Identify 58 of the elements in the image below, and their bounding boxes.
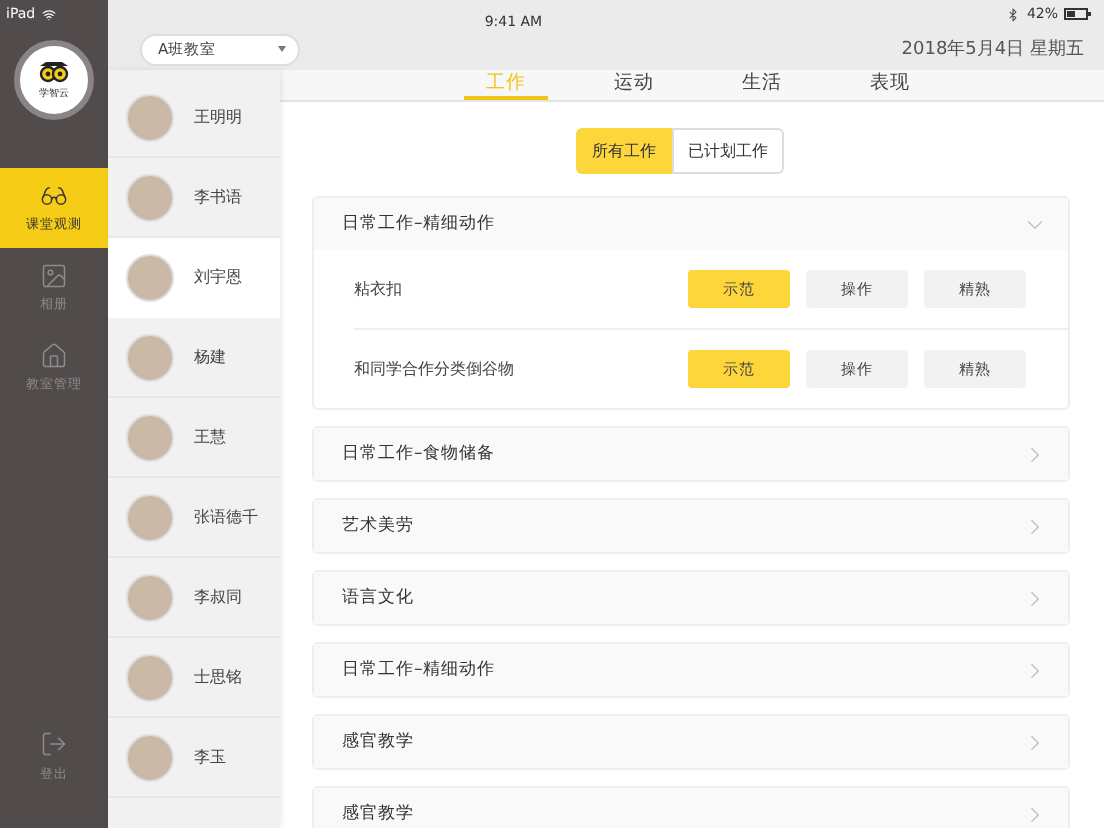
avatar-placeholder (126, 413, 174, 461)
student-name: 刘宇恩 (194, 266, 242, 288)
student-item[interactable]: 王慧 (108, 398, 280, 478)
section-header[interactable]: 日常工作–食物储备 (314, 428, 1068, 480)
filter-tab[interactable]: 已计划工作 (672, 128, 784, 174)
section-header[interactable]: 感官教学 (314, 716, 1068, 768)
student-item[interactable]: 王明明 (108, 78, 280, 158)
student-name: 李玉 (194, 746, 226, 768)
student-item[interactable]: 士思铭 (108, 638, 280, 718)
student-name: 杨建 (194, 346, 226, 368)
student-item[interactable]: 杨建 (108, 318, 280, 398)
section-title: 感官教学 (342, 730, 414, 754)
filter-tab[interactable]: 所有工作 (576, 128, 672, 174)
tab[interactable]: 运动 (592, 70, 676, 100)
image-icon (40, 262, 68, 290)
section-header[interactable]: 感官教学 (314, 788, 1068, 828)
section-header[interactable]: 日常工作–精细动作 (314, 198, 1068, 250)
tab[interactable]: 生活 (720, 70, 804, 100)
avatar-placeholder (126, 573, 174, 621)
date-text: 2018年5月4日 星期五 (901, 37, 1084, 62)
student-item[interactable]: 李玉 (108, 718, 280, 798)
bluetooth-icon (1006, 7, 1021, 21)
section-header[interactable]: 艺术美劳 (314, 500, 1068, 552)
battery-icon (1064, 8, 1092, 20)
avatar-placeholder (126, 333, 174, 381)
avatar-placeholder (126, 173, 174, 221)
avatar-placeholder (126, 733, 174, 781)
student-name: 王明明 (194, 106, 242, 128)
work-name: 粘衣扣 (354, 278, 404, 300)
wifi-icon (41, 7, 56, 21)
section-title: 语言文化 (342, 586, 414, 610)
student-name: 王慧 (194, 426, 226, 448)
owl-icon (38, 61, 70, 83)
section-title: 艺术美劳 (342, 514, 414, 538)
glasses-icon (40, 182, 68, 210)
avatar-placeholder (126, 253, 174, 301)
student-name: 士思铭 (194, 666, 242, 688)
avatar-placeholder (126, 653, 174, 701)
work-name: 和同学合作分类倒谷物 (354, 358, 516, 380)
section-title: 日常工作–精细动作 (342, 212, 495, 236)
section-title: 日常工作–精细动作 (342, 658, 495, 682)
section-header[interactable]: 语言文化 (314, 572, 1068, 624)
avatar-placeholder (126, 493, 174, 541)
student-item[interactable]: 张语德千 (108, 478, 280, 558)
avatar-placeholder (126, 93, 174, 141)
student-item[interactable]: 李叔同 (108, 558, 280, 638)
section-title: 日常工作–食物储备 (342, 442, 495, 466)
student-name: 李叔同 (194, 586, 242, 608)
caret-icon (278, 46, 286, 52)
student-item[interactable]: 李书语 (108, 158, 280, 238)
student-item[interactable]: 刘宇恩 (108, 238, 280, 318)
logout-icon (40, 730, 68, 758)
student-name: 李书语 (194, 186, 242, 208)
section-header[interactable]: 日常工作–精细动作 (314, 644, 1068, 696)
tab[interactable]: 表现 (848, 70, 932, 100)
house-icon (40, 342, 68, 370)
student-name: 张语德千 (194, 506, 258, 528)
section-title: 感官教学 (342, 802, 414, 826)
